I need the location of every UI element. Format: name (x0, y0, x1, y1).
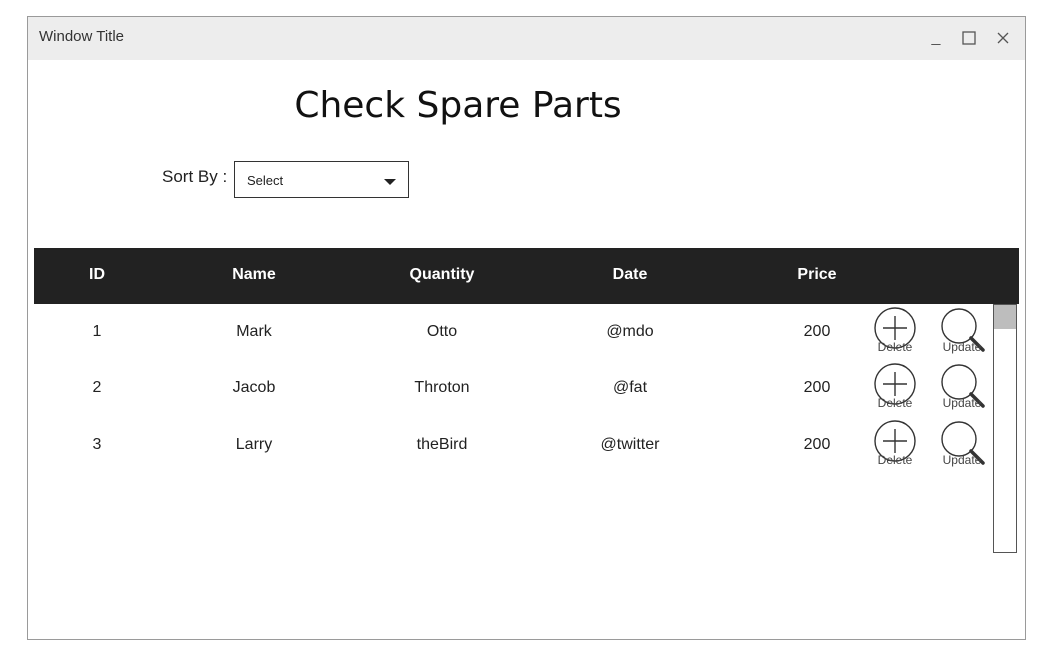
maximize-icon[interactable] (960, 29, 978, 47)
table-header: ID Name Quantity Date Price (34, 248, 1019, 304)
delete-button[interactable]: Delete (870, 307, 920, 357)
cell-price: 200 (803, 323, 831, 340)
delete-label: Delete (877, 396, 913, 410)
cell-id: 2 (92, 379, 102, 396)
column-header-name[interactable]: Name (232, 266, 276, 284)
cell-date: @mdo (606, 323, 654, 340)
page-title: Check Spare Parts (294, 85, 622, 126)
column-header-date[interactable]: Date (613, 266, 648, 284)
table-row: 2 Jacob Throton @fat 200 Delete Update (34, 363, 994, 433)
table-row: 1 Mark Otto @mdo 200 Delete Update (34, 307, 994, 377)
delete-label: Delete (877, 340, 913, 354)
cell-quantity: theBird (416, 436, 468, 453)
cell-quantity: Otto (426, 323, 458, 340)
cell-id: 1 (92, 323, 102, 340)
cell-quantity: Throton (414, 379, 470, 396)
app-window: Window Title _ Check Spare Parts Sort By… (27, 16, 1026, 640)
delete-label: Delete (877, 453, 913, 467)
window-title: Window Title (39, 28, 125, 45)
table-scrollbar[interactable] (993, 304, 1017, 553)
update-label: Update (942, 453, 982, 467)
sort-by-label: Sort By : (162, 167, 228, 186)
update-button[interactable]: Update (937, 420, 987, 470)
table-row: 3 Larry theBird @twitter 200 Delete Upda… (34, 420, 994, 490)
title-bar: Window Title _ (28, 17, 1025, 60)
cell-price: 200 (803, 436, 831, 453)
cell-price: 200 (803, 379, 831, 396)
sort-by-selected-value: Select (247, 173, 284, 188)
update-button[interactable]: Update (937, 363, 987, 413)
update-button[interactable]: Update (937, 307, 987, 357)
scrollbar-thumb[interactable] (994, 305, 1016, 329)
minimize-icon[interactable]: _ (927, 29, 945, 47)
chevron-down-icon (384, 179, 396, 185)
cell-name: Mark (236, 323, 272, 340)
delete-button[interactable]: Delete (870, 420, 920, 470)
column-header-id[interactable]: ID (89, 266, 105, 284)
cell-date: @fat (612, 379, 648, 396)
cell-id: 3 (92, 436, 102, 453)
cell-name: Larry (235, 436, 273, 453)
column-header-price[interactable]: Price (797, 266, 836, 284)
cell-date: @twitter (600, 436, 660, 453)
delete-button[interactable]: Delete (870, 363, 920, 413)
update-label: Update (942, 396, 982, 410)
column-header-quantity[interactable]: Quantity (410, 266, 475, 284)
close-icon[interactable] (994, 29, 1012, 47)
cell-name: Jacob (232, 379, 276, 396)
update-label: Update (942, 340, 982, 354)
sort-by-select[interactable]: Select (234, 161, 409, 198)
